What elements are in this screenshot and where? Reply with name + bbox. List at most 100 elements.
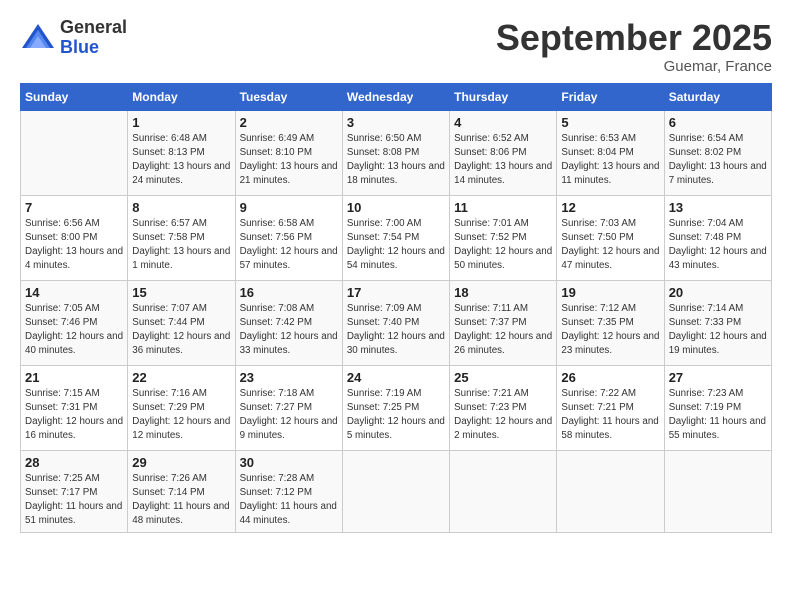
table-row: 9 Sunrise: 6:58 AM Sunset: 7:56 PM Daylig… [235, 195, 342, 280]
table-row: 13Sunrise: 7:04 AM Sunset: 7:48 PM Dayli… [664, 195, 771, 280]
day-number: 24 [347, 370, 445, 385]
table-row: 2 Sunrise: 6:49 AM Sunset: 8:10 PM Daylig… [235, 110, 342, 195]
day-info: Sunrise: 7:19 AM Sunset: 7:25 PM Dayligh… [347, 387, 445, 444]
table-row: 16 Sunrise: 7:08 AM Sunset: 7:42 PM Dayli… [235, 280, 342, 365]
table-row [21, 110, 128, 195]
day-number: 23 [240, 370, 338, 385]
day-info: Sunrise: 7:23 AM Sunset: 7:19 PM Dayligh… [669, 387, 767, 444]
day-number: 20 [669, 285, 767, 300]
day-info: Sunrise: 7:00 AM Sunset: 7:54 PM Dayligh… [347, 217, 445, 274]
day-number: 30 [240, 455, 338, 470]
day-number: 7 [25, 200, 123, 215]
calendar-table: Sunday Monday Tuesday Wednesday Thursday… [20, 83, 772, 534]
day-info: Sunrise: 6:53 AM Sunset: 8:04 PM Dayligh… [561, 132, 659, 189]
table-row: 26 Sunrise: 7:22 AM Sunset: 7:21 PM Dayli… [557, 365, 664, 450]
day-number: 18 [454, 285, 552, 300]
table-row: 7 Sunrise: 6:56 AM Sunset: 8:00 PM Daylig… [21, 195, 128, 280]
day-info: Sunrise: 7:28 AM Sunset: 7:12 PM Dayligh… [240, 472, 338, 529]
day-info: Sunrise: 7:18 AM Sunset: 7:27 PM Dayligh… [240, 387, 338, 444]
table-row: 17 Sunrise: 7:09 AM Sunset: 7:40 PM Dayli… [342, 280, 449, 365]
day-info: Sunrise: 7:01 AM Sunset: 7:52 PM Dayligh… [454, 217, 552, 274]
day-number: 28 [25, 455, 123, 470]
table-row: 11Sunrise: 7:01 AM Sunset: 7:52 PM Dayli… [450, 195, 557, 280]
day-number: 8 [132, 200, 230, 215]
calendar-page: General Blue September 2025 Guemar, Fran… [0, 0, 792, 612]
table-row: 14 Sunrise: 7:05 AM Sunset: 7:46 PM Dayli… [21, 280, 128, 365]
logo-blue: Blue [60, 38, 127, 58]
day-info: Sunrise: 6:50 AM Sunset: 8:08 PM Dayligh… [347, 132, 445, 189]
col-friday: Friday [557, 83, 664, 110]
day-info: Sunrise: 7:14 AM Sunset: 7:33 PM Dayligh… [669, 302, 767, 359]
day-number: 5 [561, 115, 659, 130]
title-block: September 2025 Guemar, France [496, 18, 772, 75]
table-row: 19 Sunrise: 7:12 AM Sunset: 7:35 PM Dayli… [557, 280, 664, 365]
table-row: 12Sunrise: 7:03 AM Sunset: 7:50 PM Dayli… [557, 195, 664, 280]
day-number: 26 [561, 370, 659, 385]
table-row: 10 Sunrise: 7:00 AM Sunset: 7:54 PM Dayli… [342, 195, 449, 280]
day-number: 14 [25, 285, 123, 300]
table-row: 30 Sunrise: 7:28 AM Sunset: 7:12 PM Dayli… [235, 450, 342, 533]
day-number: 16 [240, 285, 338, 300]
logo-icon [20, 20, 56, 56]
table-row: 29 Sunrise: 7:26 AM Sunset: 7:14 PM Dayli… [128, 450, 235, 533]
table-row: 4 Sunrise: 6:52 AM Sunset: 8:06 PM Daylig… [450, 110, 557, 195]
day-number: 25 [454, 370, 552, 385]
month-title: September 2025 [496, 18, 772, 58]
day-number: 6 [669, 115, 767, 130]
table-row [342, 450, 449, 533]
day-info: Sunrise: 6:52 AM Sunset: 8:06 PM Dayligh… [454, 132, 552, 189]
day-info: Sunrise: 6:54 AM Sunset: 8:02 PM Dayligh… [669, 132, 767, 189]
table-row: 23 Sunrise: 7:18 AM Sunset: 7:27 PM Dayli… [235, 365, 342, 450]
table-row: 25Sunrise: 7:21 AM Sunset: 7:23 PM Dayli… [450, 365, 557, 450]
table-row: 21 Sunrise: 7:15 AM Sunset: 7:31 PM Dayli… [21, 365, 128, 450]
day-info: Sunrise: 7:11 AM Sunset: 7:37 PM Dayligh… [454, 302, 552, 359]
col-tuesday: Tuesday [235, 83, 342, 110]
day-info: Sunrise: 6:49 AM Sunset: 8:10 PM Dayligh… [240, 132, 338, 189]
day-info: Sunrise: 7:08 AM Sunset: 7:42 PM Dayligh… [240, 302, 338, 359]
day-info: Sunrise: 6:48 AM Sunset: 8:13 PM Dayligh… [132, 132, 230, 189]
day-info: Sunrise: 7:09 AM Sunset: 7:40 PM Dayligh… [347, 302, 445, 359]
col-wednesday: Wednesday [342, 83, 449, 110]
table-row: 6 Sunrise: 6:54 AM Sunset: 8:02 PM Daylig… [664, 110, 771, 195]
day-info: Sunrise: 6:57 AM Sunset: 7:58 PM Dayligh… [132, 217, 230, 274]
table-row: 5 Sunrise: 6:53 AM Sunset: 8:04 PM Daylig… [557, 110, 664, 195]
day-number: 10 [347, 200, 445, 215]
day-number: 21 [25, 370, 123, 385]
day-info: Sunrise: 6:58 AM Sunset: 7:56 PM Dayligh… [240, 217, 338, 274]
day-info: Sunrise: 7:26 AM Sunset: 7:14 PM Dayligh… [132, 472, 230, 529]
day-number: 29 [132, 455, 230, 470]
day-number: 19 [561, 285, 659, 300]
table-row: 24 Sunrise: 7:19 AM Sunset: 7:25 PM Dayli… [342, 365, 449, 450]
day-info: Sunrise: 7:12 AM Sunset: 7:35 PM Dayligh… [561, 302, 659, 359]
header-row: Sunday Monday Tuesday Wednesday Thursday… [21, 83, 772, 110]
table-row: 20 Sunrise: 7:14 AM Sunset: 7:33 PM Dayli… [664, 280, 771, 365]
day-number: 9 [240, 200, 338, 215]
table-row: 27Sunrise: 7:23 AM Sunset: 7:19 PM Dayli… [664, 365, 771, 450]
table-row: 1 Sunrise: 6:48 AM Sunset: 8:13 PM Daylig… [128, 110, 235, 195]
day-info: Sunrise: 7:15 AM Sunset: 7:31 PM Dayligh… [25, 387, 123, 444]
day-number: 4 [454, 115, 552, 130]
table-row [557, 450, 664, 533]
day-info: Sunrise: 7:07 AM Sunset: 7:44 PM Dayligh… [132, 302, 230, 359]
col-sunday: Sunday [21, 83, 128, 110]
table-row: 8 Sunrise: 6:57 AM Sunset: 7:58 PM Daylig… [128, 195, 235, 280]
table-row: 15 Sunrise: 7:07 AM Sunset: 7:44 PM Dayli… [128, 280, 235, 365]
day-number: 13 [669, 200, 767, 215]
day-info: Sunrise: 7:22 AM Sunset: 7:21 PM Dayligh… [561, 387, 659, 444]
day-info: Sunrise: 6:56 AM Sunset: 8:00 PM Dayligh… [25, 217, 123, 274]
table-row: 3Sunrise: 6:50 AM Sunset: 8:08 PM Daylig… [342, 110, 449, 195]
table-row: 22Sunrise: 7:16 AM Sunset: 7:29 PM Dayli… [128, 365, 235, 450]
day-number: 1 [132, 115, 230, 130]
day-number: 2 [240, 115, 338, 130]
col-monday: Monday [128, 83, 235, 110]
table-row [664, 450, 771, 533]
header: General Blue September 2025 Guemar, Fran… [20, 18, 772, 75]
logo-general: General [60, 18, 127, 38]
table-row: 28 Sunrise: 7:25 AM Sunset: 7:17 PM Dayli… [21, 450, 128, 533]
day-info: Sunrise: 7:05 AM Sunset: 7:46 PM Dayligh… [25, 302, 123, 359]
day-number: 15 [132, 285, 230, 300]
day-number: 17 [347, 285, 445, 300]
day-info: Sunrise: 7:25 AM Sunset: 7:17 PM Dayligh… [25, 472, 123, 529]
table-row: 18 Sunrise: 7:11 AM Sunset: 7:37 PM Dayli… [450, 280, 557, 365]
subtitle: Guemar, France [496, 58, 772, 75]
